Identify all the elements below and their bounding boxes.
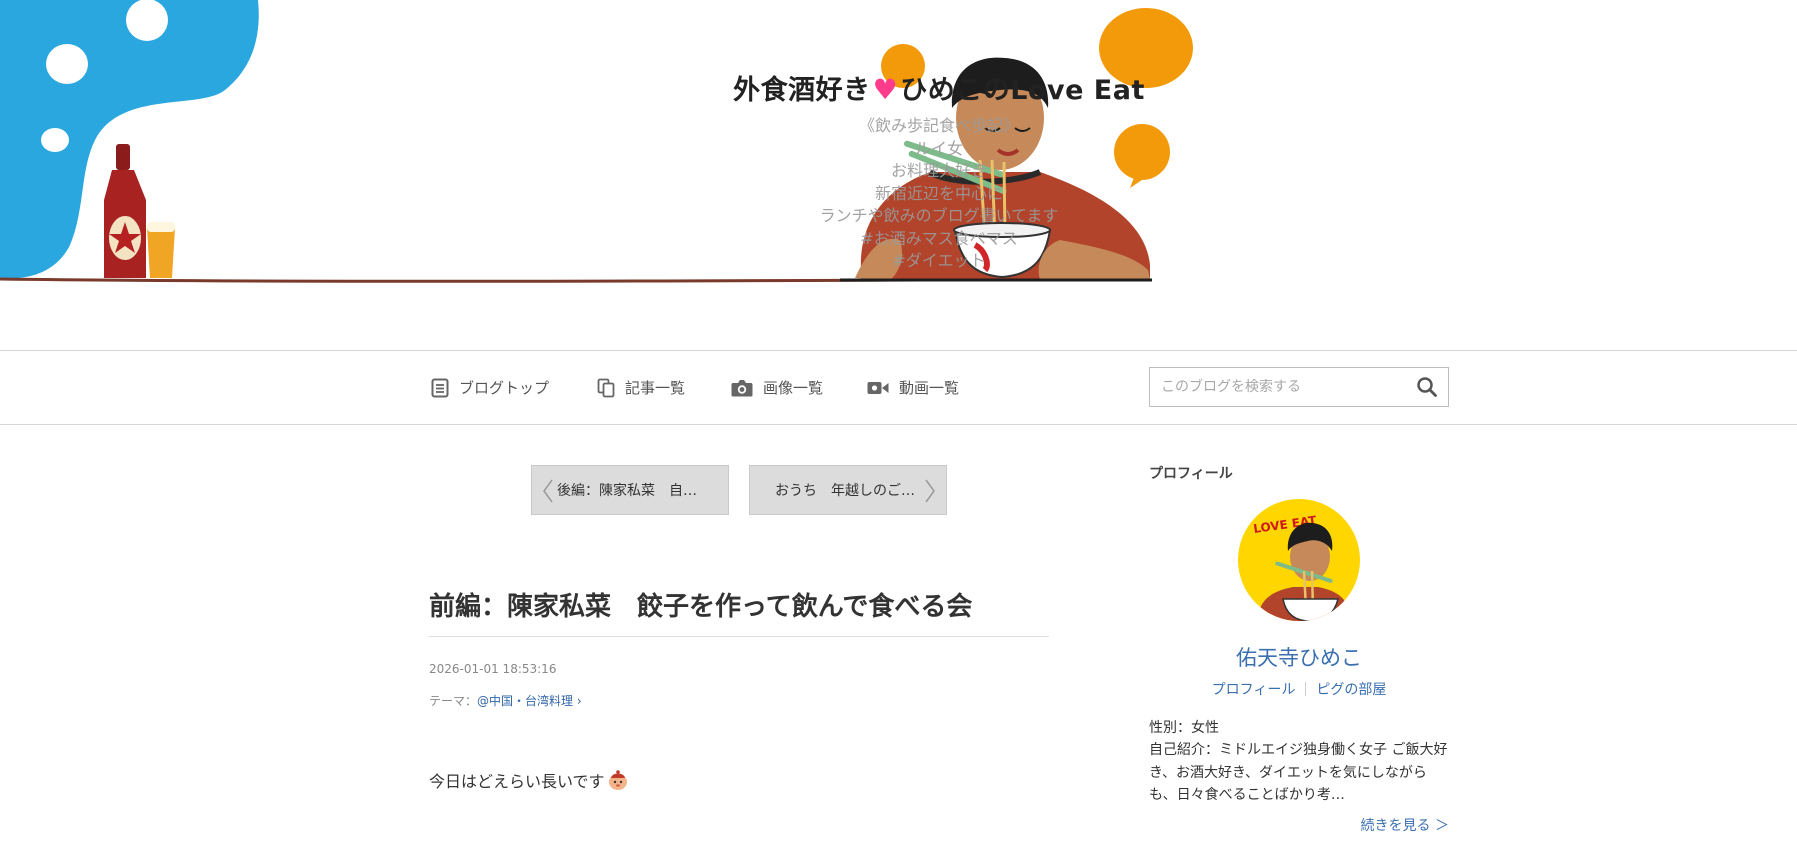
previous-entry-label: 後編：陳家私菜 自…	[557, 483, 697, 499]
avatar[interactable]: LOVE EAT	[1238, 499, 1360, 621]
blog-description: 《飲み歩記食べ歩記》 ルイ女 お料理大好き 新宿近辺を中心に ランチや飲みのブロ…	[0, 115, 1797, 273]
blog-description-line: 《飲み歩記食べ歩記》	[858, 116, 1019, 135]
nav-blog-top[interactable]: ブログトップ	[431, 377, 549, 398]
monkey-emoji-icon	[608, 770, 627, 790]
nav-label: 画像一覧	[763, 379, 824, 397]
chevron-left-icon	[543, 479, 553, 503]
nav-label: ブログトップ	[459, 379, 550, 397]
video-icon	[867, 381, 889, 394]
heart-icon: ♥	[872, 73, 899, 106]
profile-links: プロフィール ピグの部屋	[1149, 679, 1449, 699]
pig-room-link[interactable]: ピグの部屋	[1316, 682, 1386, 698]
blog-description-line: #お酒みマス食べマス	[860, 228, 1018, 248]
blog-title-suffix: ひめこのLove Eat	[900, 75, 1145, 106]
profile-intro: 自己紹介：ミドルエイジ独身働く女子 ご飯大好き、お酒大好き、ダイエットを気にしな…	[1149, 742, 1448, 803]
blog-description-line: ランチや飲みのブログ書いてます	[819, 206, 1059, 225]
document-icon	[431, 378, 449, 397]
global-navigation: ブログトップ 記事一覧 画像一覧 動画一覧	[0, 350, 1797, 425]
article-title: 前編：陳家私菜 餃子を作って飲んで食べる会	[429, 592, 973, 622]
search-input[interactable]	[1150, 368, 1400, 406]
previous-entry-button[interactable]: 後編：陳家私菜 自…	[531, 465, 729, 515]
nav-image-list[interactable]: 画像一覧	[731, 377, 823, 398]
chevron-right-icon: ›	[576, 694, 582, 708]
article-date: 2026-01-01 18:53:16	[429, 662, 557, 676]
title-divider	[429, 636, 1049, 637]
read-more-link[interactable]: 続きを見る ＞	[1361, 815, 1449, 835]
blog-title-prefix: 外食酒好き	[733, 75, 871, 106]
search-box	[1149, 367, 1449, 407]
chevron-right-icon	[925, 479, 935, 503]
next-entry-button[interactable]: おうち 年越しのご…	[749, 465, 947, 515]
avatar-image: LOVE EAT	[1238, 499, 1360, 621]
blog-description-line: お料理大好き	[890, 161, 987, 180]
theme-link[interactable]: @中国・台湾料理 ›	[477, 694, 582, 708]
blog-description-line: #ダイエット	[892, 251, 986, 270]
theme-link-text: @中国・台湾料理	[477, 694, 574, 708]
article-theme: テーマ：@中国・台湾料理 ›	[429, 692, 582, 709]
camera-icon	[731, 379, 753, 396]
nav-entry-list[interactable]: 記事一覧	[597, 377, 685, 398]
profile-gender: 性別：女性	[1149, 720, 1219, 736]
blog-description-line: 新宿近辺を中心に	[874, 183, 1003, 203]
article-body: 今日はどえらい長いです	[429, 768, 629, 792]
splash-dot	[126, 0, 168, 41]
profile-heading: プロフィール	[1149, 466, 1233, 482]
article-text: 今日はどえらい長いです	[429, 772, 605, 791]
blog-description-line: ルイ女	[914, 138, 963, 158]
copy-icon	[597, 378, 615, 397]
nav-label: 記事一覧	[625, 379, 686, 397]
nav-video-list[interactable]: 動画一覧	[867, 377, 959, 398]
search-icon	[1417, 376, 1437, 397]
profile-link[interactable]: プロフィール	[1212, 682, 1296, 698]
link-separator	[1305, 682, 1307, 696]
blog-title[interactable]: 外食酒好き♥ひめこのLove Eat	[0, 68, 1797, 107]
search-button[interactable]	[1414, 375, 1440, 401]
blog-header: 外食酒好き♥ひめこのLove Eat 《飲み歩記食べ歩記》 ルイ女 お料理大好き…	[0, 0, 1797, 350]
profile-name-link[interactable]: 佑天寺ひめこ	[1149, 642, 1449, 672]
nav-label: 動画一覧	[899, 379, 960, 397]
next-entry-label: おうち 年越しのご…	[775, 483, 915, 499]
theme-label: テーマ：	[429, 694, 478, 708]
